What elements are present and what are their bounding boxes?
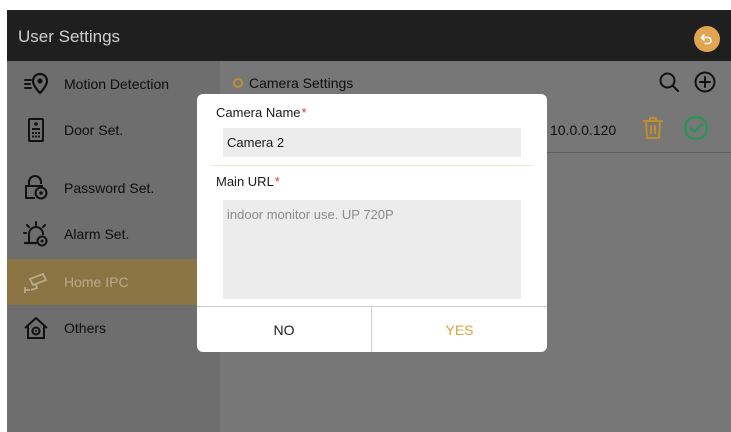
main-url-field[interactable]: indoor monitor use. UP 720P (223, 200, 521, 299)
sidebar-item-label: Door Set. (64, 122, 124, 138)
house-gear-icon (24, 317, 48, 339)
check-circle-icon[interactable] (683, 115, 709, 141)
search-icon[interactable] (658, 71, 680, 93)
dialog-footer: NO YES (197, 306, 547, 352)
section-dot-icon (233, 78, 243, 88)
main-url-value: indoor monitor use. UP 720P (227, 207, 394, 222)
sidebar-item-home-ipc[interactable]: Home IPC (7, 259, 220, 305)
alarm-gear-icon (23, 221, 48, 247)
field-divider (211, 165, 533, 166)
sidebar-item-label: Password Set. (64, 180, 155, 196)
motion-detection-icon (24, 72, 49, 95)
camera-name-value: Camera 2 (227, 135, 285, 150)
sidebar-item-label: Home IPC (64, 274, 129, 290)
camera-name-label: Camera Name* (216, 105, 307, 120)
camera-ip: 10.0.0.120 (550, 122, 617, 138)
back-button[interactable] (694, 26, 720, 52)
sidebar-item-motion-detection[interactable]: Motion Detection (7, 61, 220, 107)
main-url-label: Main URL* (216, 174, 280, 189)
sidebar-item-label: Alarm Set. (64, 226, 130, 242)
sidebar-item-door-set[interactable]: Door Set. (7, 107, 220, 153)
page-title: User Settings (18, 27, 121, 46)
sidebar-item-password-set[interactable]: Password Set. (7, 165, 220, 211)
lock-gear-icon (25, 175, 48, 200)
sidebar-item-others[interactable]: Others (7, 305, 220, 351)
required-mark: * (274, 174, 280, 189)
door-panel-icon (28, 118, 44, 142)
sidebar: Motion Detection Door Set. Password Set.… (7, 61, 220, 432)
section-title: Camera Settings (249, 75, 354, 91)
top-bar: User Settings (7, 10, 731, 61)
camera-name-field[interactable]: Camera 2 (223, 128, 521, 157)
add-icon[interactable] (694, 71, 716, 93)
edit-camera-dialog: Camera Name* Camera 2 Main URL* indoor m… (197, 94, 547, 352)
required-mark: * (301, 105, 307, 120)
sidebar-item-label: Others (64, 320, 107, 336)
yes-button[interactable]: YES (372, 307, 547, 352)
section-header: Camera Settings (233, 75, 353, 91)
trash-icon[interactable] (642, 116, 664, 140)
no-button[interactable]: NO (197, 307, 372, 352)
ip-camera-icon (24, 272, 48, 293)
back-arrow-icon (700, 34, 712, 45)
sidebar-item-label: Motion Detection (64, 76, 170, 92)
sidebar-item-alarm-set[interactable]: Alarm Set. (7, 211, 220, 257)
